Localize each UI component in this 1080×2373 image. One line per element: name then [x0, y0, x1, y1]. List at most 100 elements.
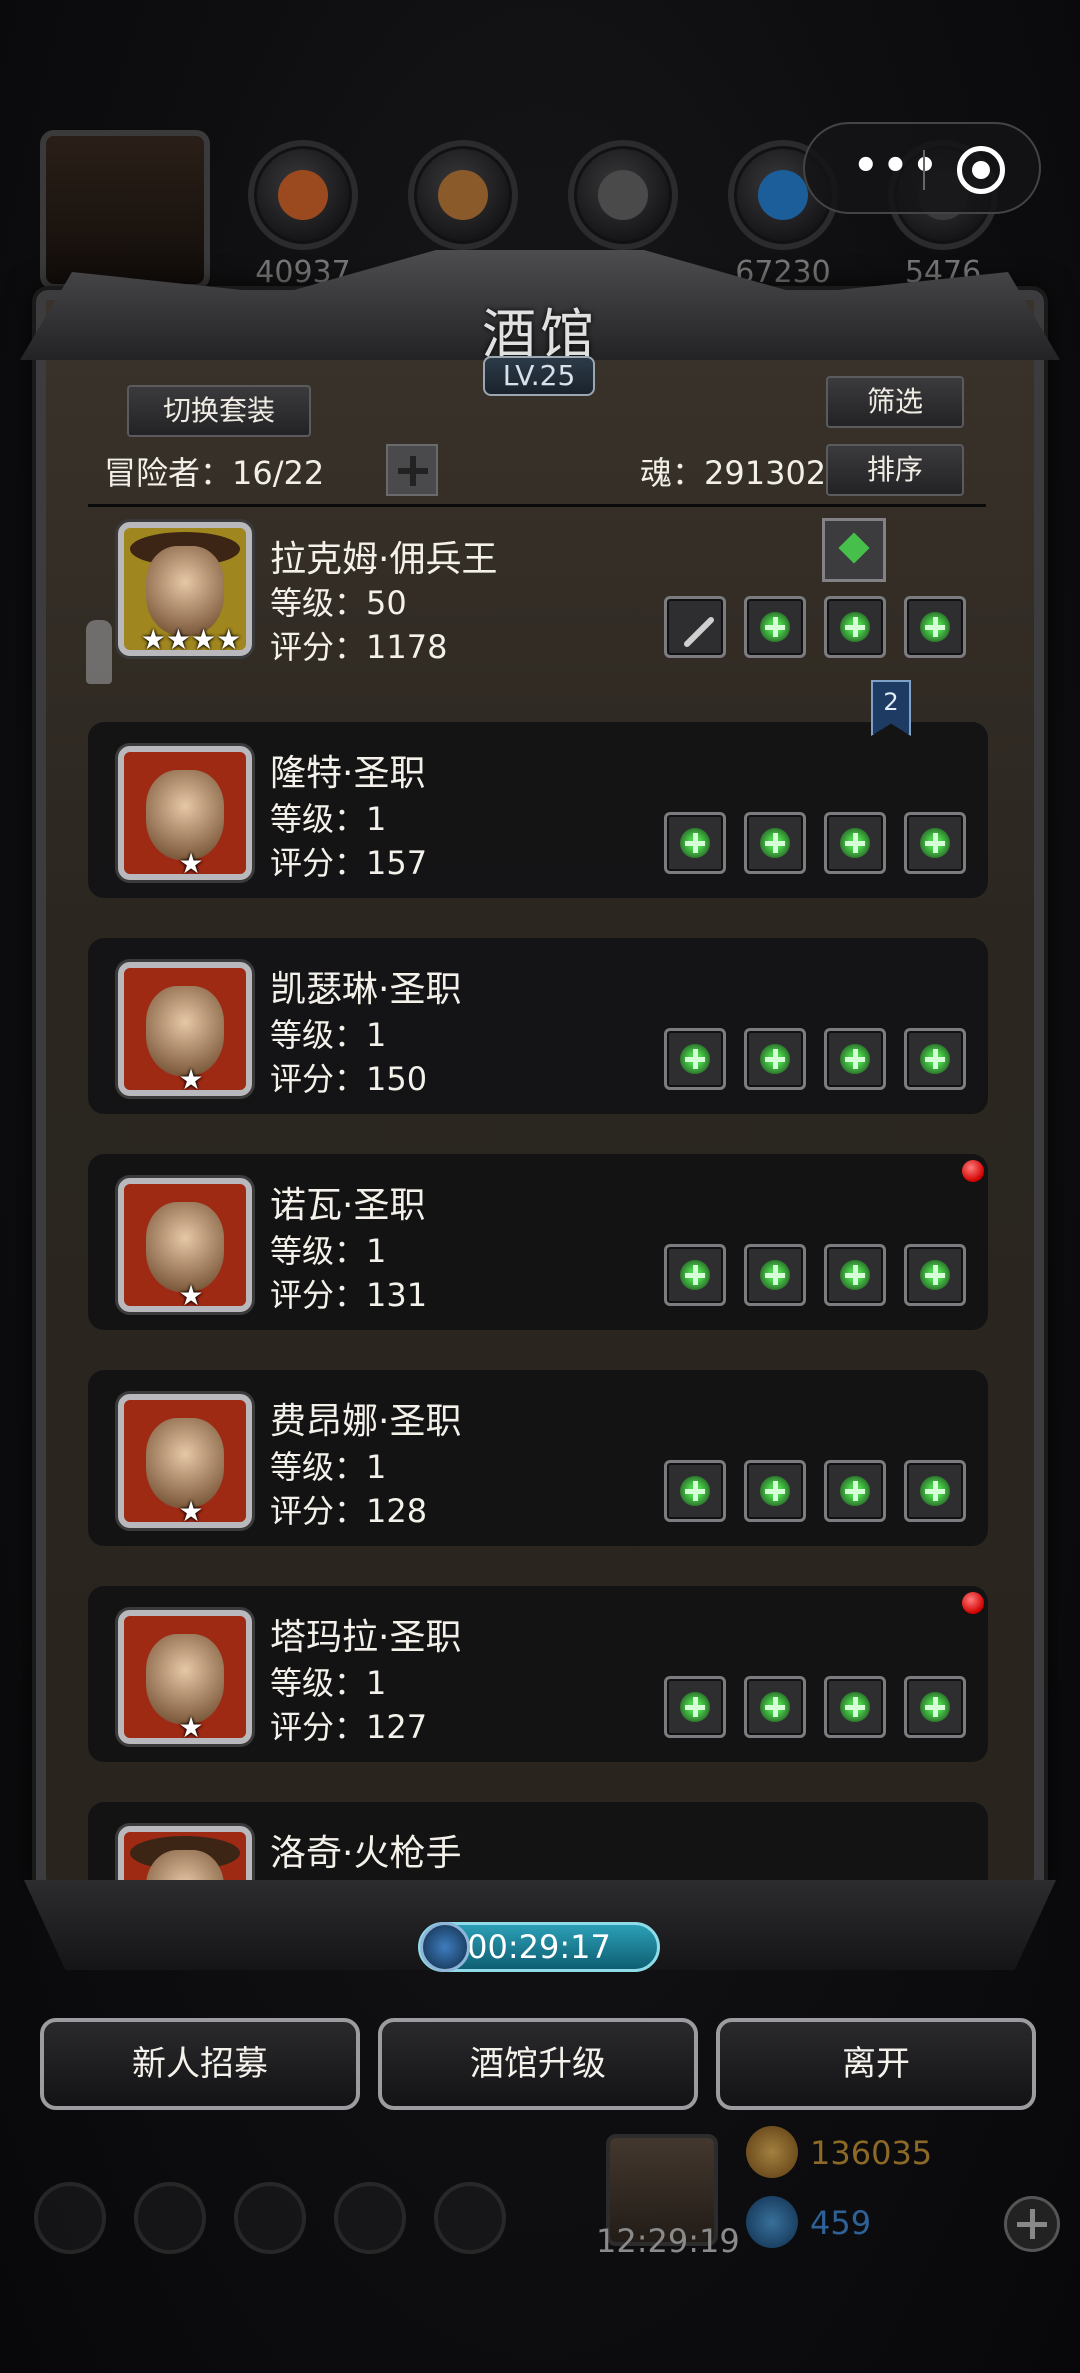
hero-avatar[interactable]: ★ — [118, 1394, 252, 1528]
hero-stars: ★ — [178, 1711, 204, 1744]
settings-icon[interactable] — [34, 2182, 106, 2254]
plus-icon — [920, 1476, 950, 1506]
plus-icon — [840, 1692, 870, 1722]
hero-avatar[interactable]: ★ — [118, 962, 252, 1096]
hero-stars: ★ — [178, 1279, 204, 1312]
weapon-slot[interactable] — [664, 1028, 726, 1090]
hero-avatar[interactable]: ★ — [118, 746, 252, 880]
recruit-button[interactable]: 新人招募 — [40, 2018, 360, 2110]
gem-amount: 459 — [810, 2204, 872, 2242]
sort-button[interactable]: 排序 — [826, 444, 964, 496]
notification-dot — [962, 1160, 984, 1182]
accessory-slot[interactable] — [824, 1676, 886, 1738]
accessory-slot[interactable] — [824, 1028, 886, 1090]
hero-card[interactable]: ★ 诺瓦·圣职 等级：1 评分：131 — [88, 1154, 988, 1330]
player-portrait — [40, 130, 210, 290]
hero-name: 隆特·圣职 — [270, 753, 426, 794]
accessory-slot-2[interactable] — [904, 1028, 966, 1090]
accessory-slot-2[interactable] — [904, 1676, 966, 1738]
resource-slot-1 — [248, 140, 358, 250]
hero-score: 评分：127 — [270, 1708, 428, 1746]
armor-slot[interactable] — [744, 1460, 806, 1522]
switch-outfit-button[interactable]: 切换套装 — [127, 385, 311, 437]
weapon-slot[interactable] — [664, 1676, 726, 1738]
armor-slot[interactable] — [744, 1676, 806, 1738]
hero-card[interactable]: ★ 凯瑟琳·圣职 等级：1 评分：150 — [88, 938, 988, 1114]
map-icon[interactable] — [434, 2182, 506, 2254]
hero-card[interactable]: ★ 隆特·圣职 等级：1 评分：157 — [88, 722, 988, 898]
accessory-slot-2[interactable] — [904, 1244, 966, 1306]
plus-icon — [920, 1044, 950, 1074]
hero-score: 评分：128 — [270, 1492, 428, 1530]
add-slot-button[interactable] — [386, 444, 438, 496]
accessory-slot[interactable] — [824, 812, 886, 874]
armor-slot[interactable] — [744, 1028, 806, 1090]
plus-icon — [680, 1044, 710, 1074]
hero-stars: ★ — [178, 1495, 204, 1528]
mail-icon[interactable] — [334, 2182, 406, 2254]
weapon-slot[interactable] — [664, 1244, 726, 1306]
guild-icon[interactable] — [234, 2182, 306, 2254]
achievement-icon[interactable] — [134, 2182, 206, 2254]
hero-name: 凯瑟琳·圣职 — [270, 969, 462, 1010]
target-close-icon[interactable] — [957, 146, 1005, 194]
hero-card[interactable]: ★★★★ 拉克姆·佣兵王 等级：50 评分：1178 — [88, 510, 988, 686]
capsule-divider — [923, 150, 925, 190]
weapon-slot[interactable] — [664, 596, 726, 658]
accessory-slot[interactable] — [824, 1460, 886, 1522]
adventurer-count: 冒险者：16/22 — [104, 454, 325, 492]
hero-level: 等级：1 — [270, 1664, 387, 1702]
accessory-slot-2[interactable] — [904, 812, 966, 874]
plus-icon — [840, 1260, 870, 1290]
resource-slot-2 — [408, 140, 518, 250]
miniprogram-capsule: ••• — [803, 122, 1041, 214]
armor-slot[interactable] — [744, 812, 806, 874]
accessory-slot-2[interactable] — [904, 1460, 966, 1522]
accessory-slot[interactable] — [824, 1244, 886, 1306]
hero-name: 费昂娜·圣职 — [270, 1401, 462, 1442]
notification-dot — [962, 1592, 984, 1614]
weapon-slot[interactable] — [664, 812, 726, 874]
hero-name: 拉克姆·佣兵王 — [270, 539, 498, 580]
hero-avatar[interactable]: ★★★★ — [118, 522, 252, 656]
hero-list[interactable]: ★★★★ 拉克姆·佣兵王 等级：50 评分：1178 ★ 隆特·圣职 等级：1 … — [88, 510, 988, 1898]
plus-icon — [840, 1476, 870, 1506]
hero-avatar[interactable]: ★ — [118, 1178, 252, 1312]
header-divider — [88, 504, 986, 507]
hero-avatar[interactable]: ★ — [118, 1610, 252, 1744]
soul-count: 魂：291302 — [640, 454, 827, 492]
hero-score: 评分：150 — [270, 1060, 428, 1098]
leave-button[interactable]: 离开 — [716, 2018, 1036, 2110]
plus-icon — [920, 612, 950, 642]
armor-slot[interactable] — [744, 596, 806, 658]
armor-slot[interactable] — [744, 1244, 806, 1306]
plus-icon — [680, 1692, 710, 1722]
hero-level: 等级：50 — [270, 584, 407, 622]
weapon-slot[interactable] — [664, 1460, 726, 1522]
hero-score: 评分：1178 — [270, 628, 448, 666]
hero-score: 评分：157 — [270, 844, 428, 882]
accessory-slot[interactable] — [824, 596, 886, 658]
hero-stars: ★ — [178, 1063, 204, 1096]
gift-timer: 12:29:19 — [596, 2222, 740, 2260]
hero-score: 评分：131 — [270, 1276, 428, 1314]
plus-icon — [840, 612, 870, 642]
hero-name: 塔玛拉·圣职 — [270, 1617, 462, 1658]
plus-icon — [840, 828, 870, 858]
gem-icon — [746, 2196, 798, 2248]
add-currency-button[interactable] — [1004, 2196, 1060, 2252]
hero-level: 等级：1 — [270, 1016, 387, 1054]
filter-button[interactable]: 筛选 — [826, 376, 964, 428]
clock-icon — [420, 1922, 470, 1972]
tavern-upgrade-button[interactable]: 酒馆升级 — [378, 2018, 698, 2110]
plus-icon — [760, 1476, 790, 1506]
plus-icon — [920, 828, 950, 858]
accessory-slot-2[interactable] — [904, 596, 966, 658]
hero-level: 等级：1 — [270, 800, 387, 838]
more-dots-icon[interactable]: ••• — [853, 146, 942, 186]
hero-card[interactable]: ★ 费昂娜·圣职 等级：1 评分：128 — [88, 1370, 988, 1546]
hero-name: 诺瓦·圣职 — [270, 1185, 426, 1226]
hero-name: 洛奇·火枪手 — [270, 1833, 462, 1874]
hero-card[interactable]: ★ 塔玛拉·圣职 等级：1 评分：127 — [88, 1586, 988, 1762]
plus-icon — [680, 828, 710, 858]
